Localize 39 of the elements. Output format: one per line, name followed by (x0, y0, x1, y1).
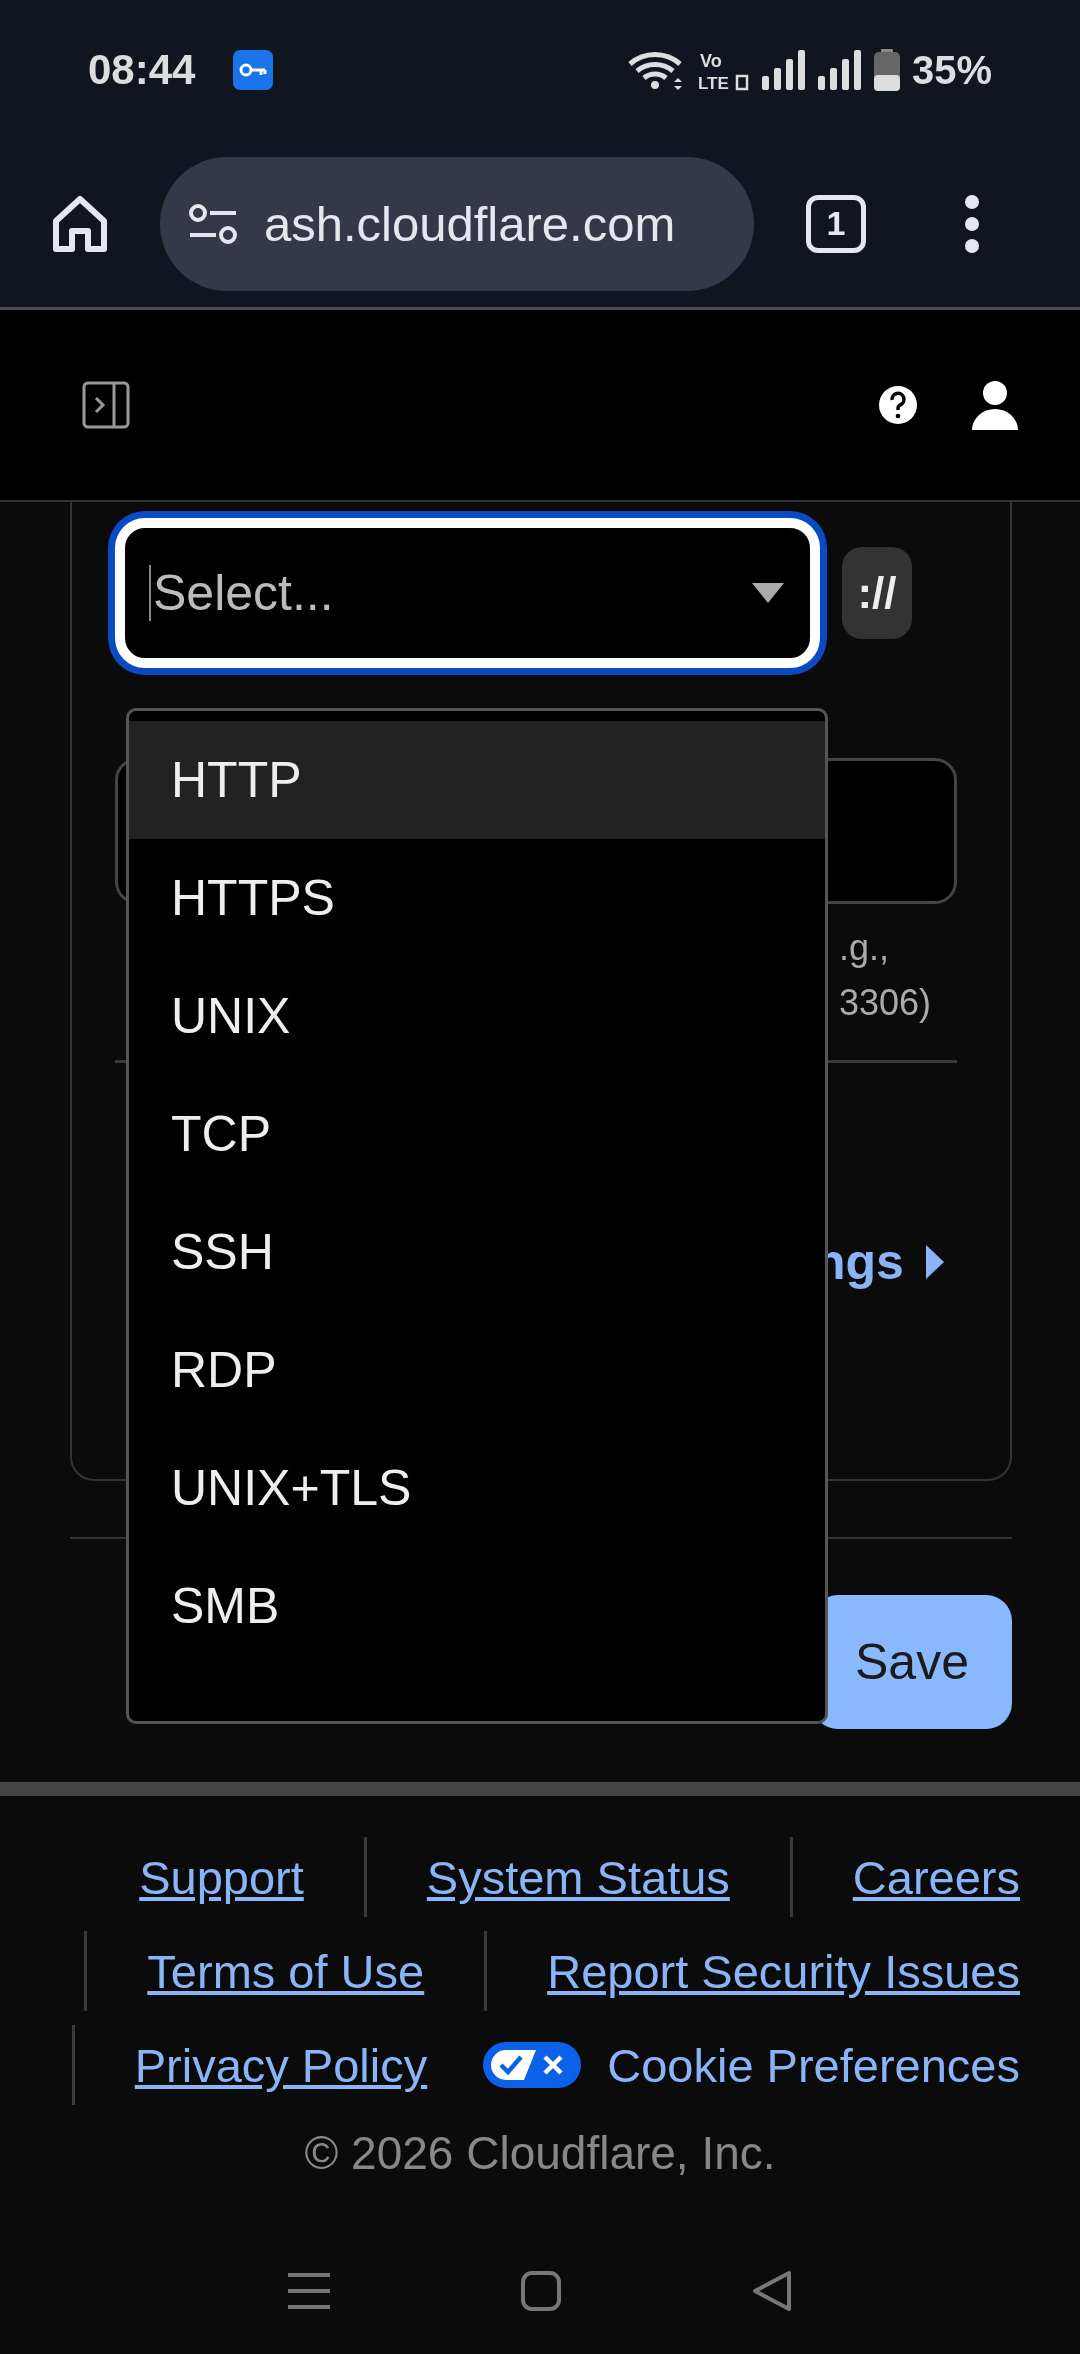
dropdown-option[interactable]: UNIX+TLS (129, 1429, 825, 1547)
address-bar[interactable]: ash.cloudflare.com (160, 156, 754, 291)
dropdown-option[interactable]: TCP (129, 1075, 825, 1193)
url-text: ash.cloudflare.com (264, 195, 676, 252)
help-icon[interactable] (878, 385, 918, 425)
footer-link[interactable]: Terms of Use (147, 1943, 425, 1999)
privacy-choices-icon (483, 2042, 582, 2088)
sidebar-toggle-icon[interactable] (82, 381, 130, 429)
caret-right-icon (925, 1245, 944, 1279)
footer-link[interactable]: Privacy Policy (134, 2037, 428, 2093)
dropdown-option[interactable]: HTTP (129, 721, 825, 839)
caret-icon (752, 583, 784, 603)
home-button-icon[interactable] (520, 2270, 562, 2312)
dropdown-option[interactable]: SSH (129, 1193, 825, 1311)
tune-icon[interactable] (188, 203, 238, 244)
dropdown-option[interactable]: RDP (129, 1311, 825, 1429)
copyright-text: © 2026 Cloudflare, Inc. (303, 2126, 777, 2180)
footer-link[interactable]: Report Security Issues (547, 1943, 1020, 1999)
recent-apps-icon[interactable] (288, 2272, 330, 2310)
footer-link[interactable]: System Status (426, 1849, 730, 1905)
more-icon[interactable] (964, 193, 980, 254)
home-icon[interactable] (52, 194, 108, 253)
signal-icon (817, 50, 862, 90)
clock-time: 08:44 (88, 46, 196, 94)
hint-text: .g., (839, 926, 891, 970)
footer-link[interactable]: Support (139, 1849, 304, 1905)
footer-link[interactable]: Careers (852, 1849, 1020, 1905)
key-icon (233, 50, 274, 90)
hint-text: 3306) (839, 981, 933, 1025)
signal-icon (761, 50, 806, 90)
dropdown-option[interactable]: UNIX (129, 957, 825, 1075)
dropdown-option[interactable]: HTTPS (129, 839, 825, 957)
battery-percentage: 35% (911, 47, 992, 93)
back-icon[interactable] (752, 2270, 792, 2312)
tab-count-button[interactable]: 1 (806, 194, 866, 253)
battery-icon (873, 49, 900, 91)
user-icon[interactable] (972, 380, 1018, 430)
protocol-separator-button[interactable]: :// (842, 547, 912, 639)
cookie-preferences-link[interactable]: Cookie Preferences (607, 2037, 1020, 2093)
